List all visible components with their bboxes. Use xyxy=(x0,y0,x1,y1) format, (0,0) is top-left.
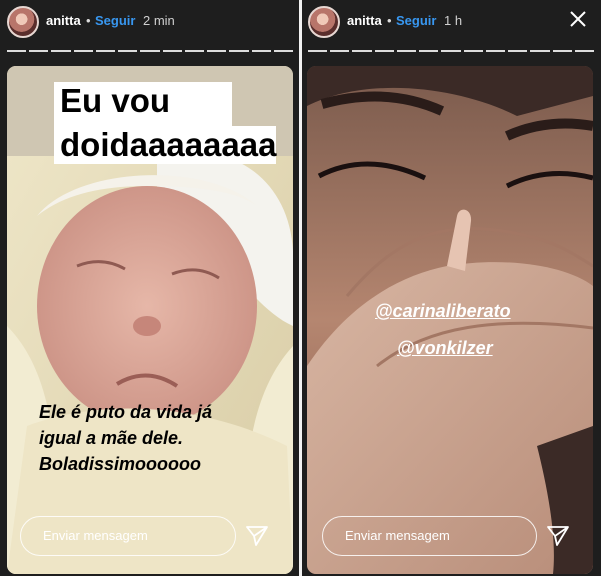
progress-segment xyxy=(140,50,160,52)
progress-segment xyxy=(352,50,372,52)
progress-segment xyxy=(552,50,572,52)
timestamp: 2 min xyxy=(143,13,175,28)
progress-segment xyxy=(441,50,461,52)
paper-plane-icon[interactable] xyxy=(546,524,570,548)
caption-bottom-line2: igual a mãe dele. xyxy=(39,428,184,448)
progress-segment xyxy=(118,50,138,52)
story-panel-left: anitta • Seguir 2 min Eu vou doidaaaaaaa… xyxy=(0,0,300,576)
avatar[interactable] xyxy=(308,6,340,38)
progress-segment xyxy=(308,50,328,52)
reply-input[interactable]: Enviar mensagem xyxy=(20,516,236,556)
follow-button[interactable]: Seguir xyxy=(95,13,135,28)
story-media-baby[interactable]: Eu vou ficar doidaaaaaaaa Ele é puto da … xyxy=(7,66,293,574)
story-media-woman[interactable]: @carinaliberato @vonkilzer Enviar mensag… xyxy=(307,66,593,574)
progress-segment xyxy=(229,50,249,52)
progress-segment xyxy=(7,50,27,52)
paper-plane-icon[interactable] xyxy=(245,524,269,548)
separator-dot: • xyxy=(387,13,392,28)
progress-segment xyxy=(251,50,271,52)
timestamp: 1 h xyxy=(444,13,463,28)
caption-bottom-line3: Boladissimoooooo xyxy=(39,454,201,474)
progress-segment xyxy=(51,50,71,52)
progress-segment xyxy=(463,50,483,52)
progress-segments xyxy=(308,50,595,52)
avatar[interactable] xyxy=(7,6,39,38)
progress-segment xyxy=(184,50,205,52)
mention-tag[interactable]: @carinaliberato xyxy=(375,301,511,322)
progress-segment xyxy=(273,50,294,52)
reply-input[interactable]: Enviar mensagem xyxy=(322,516,537,556)
follow-button[interactable]: Seguir xyxy=(396,13,436,28)
progress-segment xyxy=(73,50,93,52)
caption-top-line2: doidaaaaaaaa xyxy=(54,126,276,164)
progress-segment xyxy=(485,50,506,52)
progress-segment xyxy=(419,50,439,52)
close-icon[interactable] xyxy=(569,10,587,28)
story-panel-right: anitta • Seguir 1 h @carinaliberato @von… xyxy=(301,0,601,576)
caption-bottom-line1: Ele é puto da vida já xyxy=(39,402,213,422)
progress-segment xyxy=(330,50,350,52)
progress-segment xyxy=(95,50,116,52)
progress-segment xyxy=(207,50,227,52)
progress-segment xyxy=(162,50,182,52)
progress-segments xyxy=(7,50,294,52)
username[interactable]: anitta xyxy=(347,13,382,28)
story-header: anitta • Seguir 1 h xyxy=(301,0,601,44)
progress-segment xyxy=(574,50,595,52)
mention-tag[interactable]: @vonkilzer xyxy=(397,338,493,359)
username[interactable]: anitta xyxy=(46,13,81,28)
progress-segment xyxy=(374,50,394,52)
separator-dot: • xyxy=(86,13,91,28)
progress-segment xyxy=(508,50,528,52)
story-header: anitta • Seguir 2 min xyxy=(0,0,300,44)
progress-segment xyxy=(396,50,417,52)
progress-segment xyxy=(29,50,49,52)
progress-segment xyxy=(530,50,550,52)
